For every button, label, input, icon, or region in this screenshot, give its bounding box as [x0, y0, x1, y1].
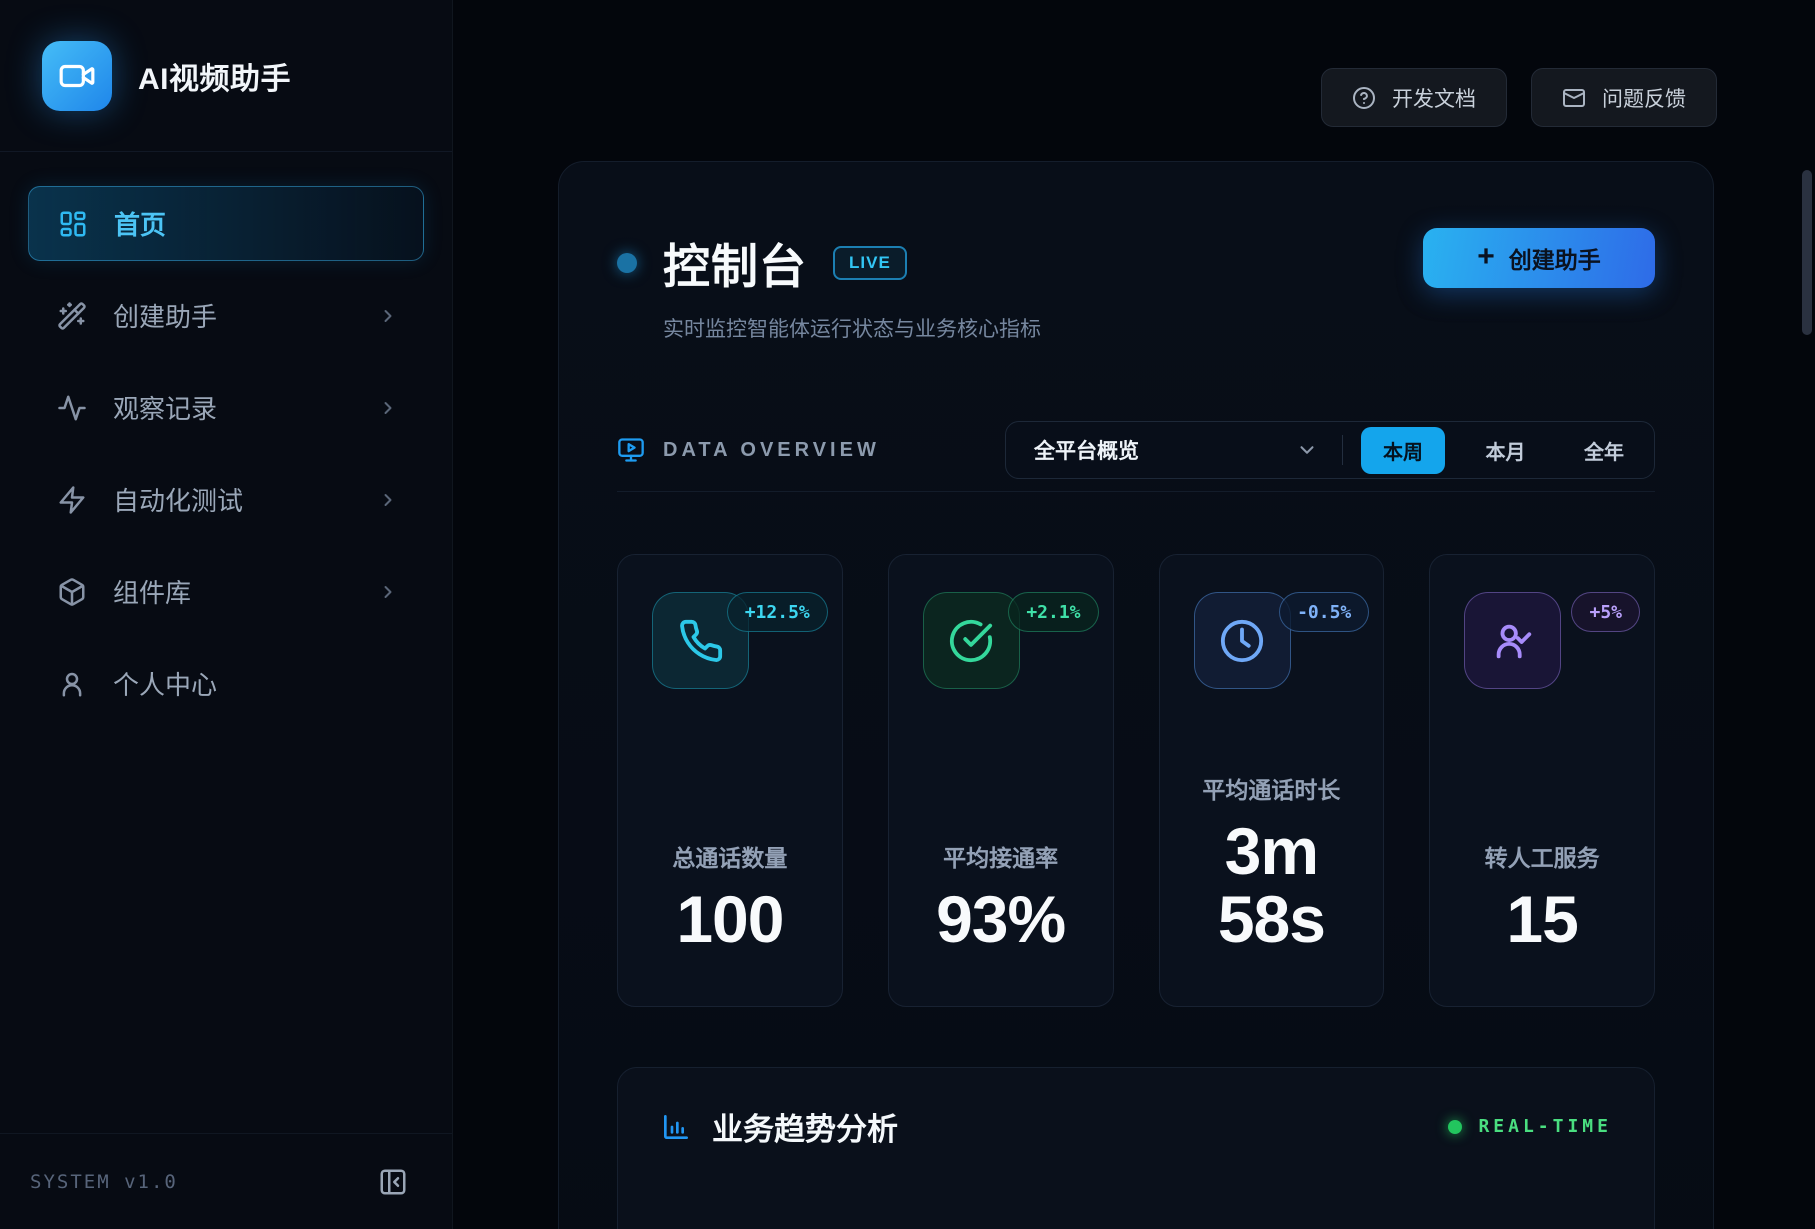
stat-value: 93% [923, 885, 1079, 954]
overview-controls: 全平台概览 本周 本月 全年 [1005, 421, 1655, 479]
console-panel: 控制台 LIVE 实时监控智能体运行状态与业务核心指标 + 创建助手 DATA … [558, 161, 1714, 1229]
chevron-right-icon [378, 398, 398, 418]
tab-this-year[interactable]: 全年 [1566, 427, 1642, 474]
dev-docs-label: 开发文档 [1392, 83, 1476, 113]
stat-card-avg-duration: -0.5% 平均通话时长 3m 58s [1159, 554, 1385, 1007]
platform-select-value: 全平台概览 [1034, 435, 1139, 465]
stat-value: 100 [652, 885, 808, 954]
sidebar: AI视频助手 首页 创建助手 观察记录 [0, 0, 453, 1229]
main-area: 开发文档 问题反馈 控制台 LIVE 实时监控智能体运行状态与业务核心指标 + … [453, 0, 1815, 1229]
status-dot [617, 253, 637, 273]
console-subtitle: 实时监控智能体运行状态与业务核心指标 [663, 313, 1041, 343]
stat-value: 3m 58s [1194, 817, 1350, 954]
stat-value: 15 [1464, 885, 1620, 954]
feedback-label: 问题反馈 [1602, 83, 1686, 113]
trend-analysis-card: 业务趋势分析 REAL-TIME [617, 1067, 1655, 1229]
sidebar-nav: 首页 创建助手 观察记录 自动化测试 [0, 152, 452, 721]
sidebar-item-label: 个人中心 [113, 665, 217, 702]
system-version: SYSTEM v1.0 [30, 1171, 178, 1193]
sidebar-item-label: 首页 [114, 205, 166, 242]
sidebar-collapse-button[interactable] [378, 1167, 408, 1197]
create-assistant-label: 创建助手 [1509, 241, 1601, 275]
green-dot-icon [1448, 1120, 1462, 1134]
page-title: 控制台 [663, 228, 807, 297]
stat-card-total-calls: +12.5% 总通话数量 100 [617, 554, 843, 1007]
trend-title: 业务趋势分析 [712, 1104, 898, 1149]
sidebar-item-label: 组件库 [113, 573, 191, 610]
chevron-down-icon [1296, 439, 1318, 461]
sidebar-item-personal-center[interactable]: 个人中心 [28, 646, 424, 721]
data-overview-heading: DATA OVERVIEW [617, 436, 880, 464]
delta-badge: +12.5% [727, 592, 828, 632]
stat-card-answer-rate: +2.1% 平均接通率 93% [888, 554, 1114, 1007]
app-logo [42, 41, 112, 111]
dashboard-icon [58, 209, 88, 239]
console-title-block: 控制台 LIVE 实时监控智能体运行状态与业务核心指标 [617, 228, 1041, 343]
mail-icon [1562, 86, 1586, 110]
sidebar-item-observation-records[interactable]: 观察记录 [28, 370, 424, 445]
help-circle-icon [1352, 86, 1376, 110]
activity-icon [57, 393, 87, 423]
video-camera-icon [58, 57, 96, 95]
realtime-indicator: REAL-TIME [1448, 1116, 1612, 1137]
sidebar-header: AI视频助手 [0, 0, 452, 152]
tab-this-month[interactable]: 本月 [1468, 427, 1544, 474]
divider [617, 491, 1655, 492]
plus-icon: + [1477, 242, 1495, 272]
stat-label: 平均接通率 [923, 839, 1079, 873]
platform-select[interactable]: 全平台概览 [1006, 435, 1342, 465]
range-tabs: 本周 本月 全年 [1343, 427, 1654, 474]
realtime-label: REAL-TIME [1478, 1116, 1612, 1137]
live-badge: LIVE [833, 246, 907, 280]
chevron-right-icon [378, 306, 398, 326]
sidebar-item-home[interactable]: 首页 [28, 186, 424, 261]
wand-icon [57, 301, 87, 331]
stat-label: 总通话数量 [652, 839, 808, 873]
scrollbar-thumb[interactable] [1802, 170, 1812, 335]
topbar: 开发文档 问题反馈 [453, 0, 1815, 127]
sidebar-item-label: 创建助手 [113, 297, 217, 334]
app-title: AI视频助手 [138, 54, 291, 98]
check-circle-icon [923, 592, 1020, 689]
stat-label: 转人工服务 [1464, 839, 1620, 873]
delta-badge: -0.5% [1279, 592, 1369, 632]
clock-icon [1194, 592, 1291, 689]
sidebar-item-automation-test[interactable]: 自动化测试 [28, 462, 424, 537]
sidebar-item-label: 观察记录 [113, 389, 217, 426]
box-icon [57, 577, 87, 607]
sidebar-footer: SYSTEM v1.0 [0, 1133, 452, 1229]
bar-chart-icon [660, 1111, 692, 1143]
tab-this-week[interactable]: 本周 [1361, 427, 1445, 474]
delta-badge: +5% [1571, 592, 1640, 632]
stat-cards: +12.5% 总通话数量 100 +2.1% 平均接通率 93% [617, 554, 1655, 1007]
dev-docs-button[interactable]: 开发文档 [1321, 68, 1507, 127]
sidebar-item-label: 自动化测试 [113, 481, 243, 518]
console-header: 控制台 LIVE 实时监控智能体运行状态与业务核心指标 + 创建助手 [617, 228, 1655, 343]
zap-icon [57, 485, 87, 515]
chevron-right-icon [378, 490, 398, 510]
stat-label: 平均通话时长 [1194, 771, 1350, 805]
monitor-play-icon [617, 436, 645, 464]
stat-card-human-transfer: +5% 转人工服务 15 [1429, 554, 1655, 1007]
data-overview-bar: DATA OVERVIEW 全平台概览 本周 本月 全年 [617, 421, 1655, 479]
create-assistant-button[interactable]: + 创建助手 [1423, 228, 1655, 288]
user-check-icon [1464, 592, 1561, 689]
feedback-button[interactable]: 问题反馈 [1531, 68, 1717, 127]
sidebar-item-create-assistant[interactable]: 创建助手 [28, 278, 424, 353]
delta-badge: +2.1% [1008, 592, 1098, 632]
sidebar-item-component-library[interactable]: 组件库 [28, 554, 424, 629]
user-icon [57, 669, 87, 699]
chevron-right-icon [378, 582, 398, 602]
data-overview-label: DATA OVERVIEW [663, 439, 880, 462]
